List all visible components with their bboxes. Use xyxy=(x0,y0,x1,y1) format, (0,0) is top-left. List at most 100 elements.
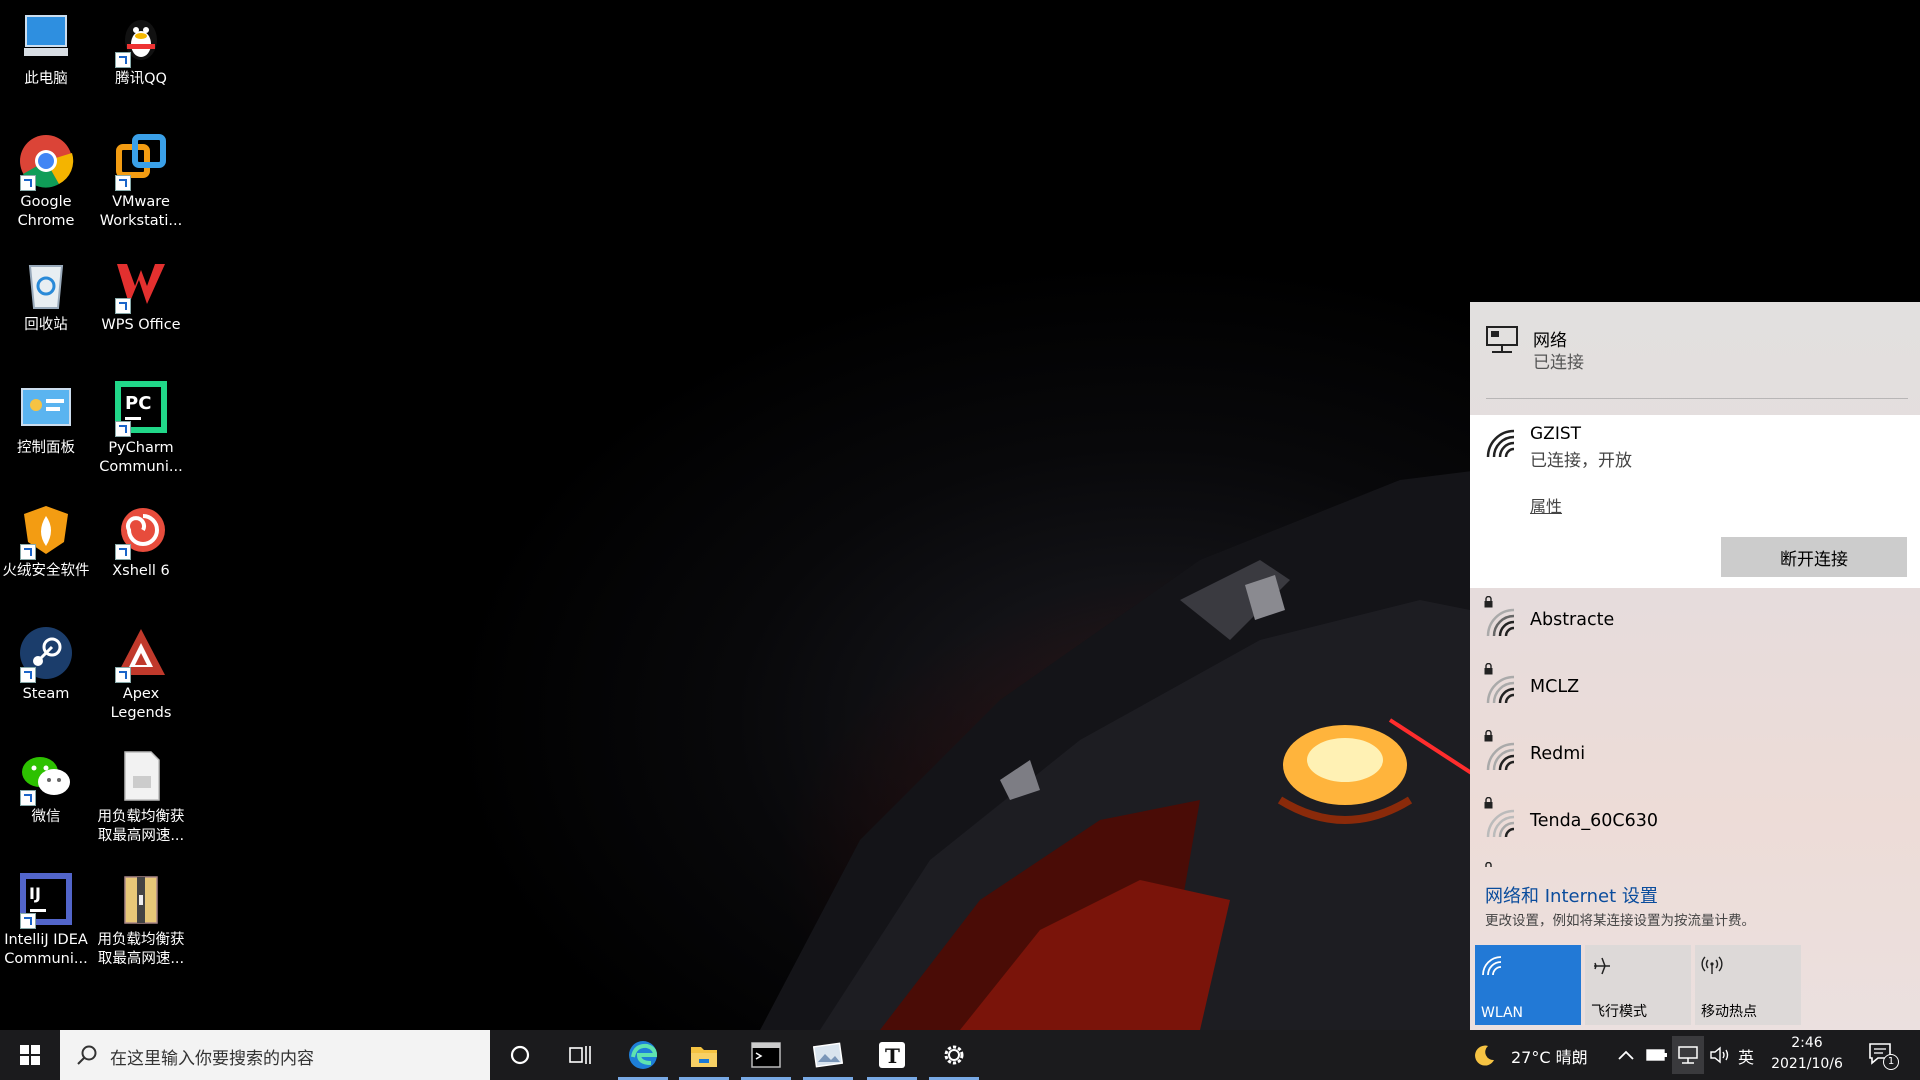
divider xyxy=(1486,398,1908,399)
network-item-redmi[interactable]: Redmi xyxy=(1470,722,1920,788)
desktop-icon-this-pc[interactable]: 此电脑 xyxy=(0,0,94,89)
volume-icon[interactable] xyxy=(1709,1045,1731,1065)
task-view-button[interactable] xyxy=(551,1030,609,1080)
network-header[interactable]: 网络 已连接 xyxy=(1470,302,1920,400)
desktop-icon-label: WPS Office xyxy=(101,317,181,333)
network-name: Redmi xyxy=(1530,744,1586,764)
qq-penguin-icon xyxy=(113,10,169,68)
taskbar-edge[interactable] xyxy=(614,1030,672,1080)
active-network-gzist[interactable]: GZIST 已连接，开放 属性 断开连接 xyxy=(1470,415,1920,588)
taskbar-terminal[interactable] xyxy=(737,1030,795,1080)
network-name: Abstracte xyxy=(1530,610,1615,630)
quick-action-airplane-mode[interactable]: 飞行模式 xyxy=(1585,945,1691,1025)
vmware-icon xyxy=(113,133,169,191)
gear-icon xyxy=(944,1045,964,1065)
moon-weather-icon xyxy=(1475,1045,1494,1066)
taskbar-clock[interactable]: 2:46 2021/10/6 xyxy=(1764,1033,1850,1075)
ethernet-icon xyxy=(1678,1046,1698,1064)
desktop-icon-document-1[interactable]: 用负载均衡获取最高网速... xyxy=(93,738,189,846)
desktop-icon-qq[interactable]: 腾讯QQ xyxy=(93,0,189,89)
network-tray-button[interactable] xyxy=(1672,1036,1704,1074)
start-button[interactable] xyxy=(0,1030,60,1080)
network-item-tenda[interactable]: Tenda_60C630 xyxy=(1470,789,1920,855)
search-placeholder: 在这里输入你要搜索的内容 xyxy=(110,1049,314,1069)
desktop-icon-label: IntelliJ IDEA Communi... xyxy=(4,932,88,967)
network-name: GZIST xyxy=(1530,424,1582,444)
recycle-bin-icon xyxy=(18,256,74,312)
wps-office-icon xyxy=(113,256,169,314)
network-name: Tenda_60C630 xyxy=(1530,811,1659,831)
network-connection-status: 已连接，开放 xyxy=(1530,451,1632,471)
desktop-icon-wechat[interactable]: 微信 xyxy=(0,738,94,827)
wifi-signal-icon xyxy=(1486,608,1515,637)
quick-action-label: 移动热点 xyxy=(1701,1004,1757,1020)
shortcut-arrow-icon xyxy=(115,667,131,683)
properties-link[interactable]: 属性 xyxy=(1530,493,1562,517)
desktop-icon-label: 用负载均衡获取最高网速... xyxy=(97,809,185,844)
desktop-icon-label: 微信 xyxy=(31,809,61,825)
taskbar: 在这里输入你要搜索的内容 T 27°C 晴朗 英 2:46 2021/10/6 … xyxy=(0,1030,1920,1080)
weather-widget[interactable]: 27°C 晴朗 xyxy=(1511,1044,1588,1068)
control-panel-icon xyxy=(18,379,74,435)
wifi-signal-icon xyxy=(1486,742,1515,771)
desktop-icon-chrome[interactable]: Google Chrome xyxy=(0,123,94,231)
lock-icon xyxy=(1485,862,1492,867)
taskbar-image-viewer[interactable] xyxy=(799,1030,857,1080)
cortana-button[interactable] xyxy=(491,1030,549,1080)
input-method-indicator[interactable]: 英 xyxy=(1738,1044,1754,1068)
svg-text:T: T xyxy=(885,1044,900,1068)
wechat-icon xyxy=(18,748,74,806)
desktop-icon-xshell[interactable]: Xshell 6 xyxy=(93,492,189,581)
desktop-icon-apex[interactable]: Apex Legends xyxy=(93,615,189,723)
quick-action-label: WLAN xyxy=(1481,1005,1524,1021)
desktop-icon-label: VMware Workstati... xyxy=(99,194,183,229)
desktop-icon-label: Steam xyxy=(22,686,70,702)
shortcut-arrow-icon xyxy=(115,175,131,191)
network-internet-settings-link[interactable]: 网络和 Internet 设置 xyxy=(1485,882,1658,908)
taskbar-search-box[interactable]: 在这里输入你要搜索的内容 xyxy=(60,1030,490,1080)
svg-text:PC: PC xyxy=(125,393,151,414)
shortcut-arrow-icon xyxy=(20,667,36,683)
network-item-mclz[interactable]: MCLZ xyxy=(1470,655,1920,721)
cortana-circle-icon xyxy=(510,1045,530,1065)
ethernet-network-icon xyxy=(1486,326,1518,353)
desktop-icon-huorong[interactable]: 火绒安全软件 xyxy=(0,492,94,581)
hotspot-icon xyxy=(1701,956,1723,974)
taskbar-file-explorer[interactable] xyxy=(675,1030,733,1080)
notification-count-badge: 1 xyxy=(1883,1054,1899,1070)
taskbar-settings[interactable] xyxy=(925,1030,983,1080)
desktop-icon-label: Xshell 6 xyxy=(112,563,170,579)
photo-viewer-icon xyxy=(813,1042,843,1068)
desktop-icon-label: 控制面板 xyxy=(17,440,75,456)
wifi-signal-icon xyxy=(1486,429,1515,458)
network-status: 已连接 xyxy=(1533,353,1584,373)
wifi-signal-icon xyxy=(1486,809,1515,838)
desktop-icon-wps[interactable]: WPS Office xyxy=(93,246,189,335)
desktop-icon-pycharm[interactable]: PC PyCharm Communi... xyxy=(93,369,189,477)
desktop-icon-label: 此电脑 xyxy=(24,71,68,87)
typora-icon: T xyxy=(879,1042,905,1068)
battery-icon[interactable] xyxy=(1646,1047,1668,1063)
wifi-icon xyxy=(1482,956,1502,976)
svg-text:IJ: IJ xyxy=(29,884,41,903)
network-flyout: 网络 已连接 GZIST 已连接，开放 属性 断开连接 Abstracte MC… xyxy=(1470,302,1920,1030)
shortcut-arrow-icon xyxy=(20,913,36,929)
folder-icon xyxy=(691,1047,717,1067)
desktop-icon-recycle-bin[interactable]: 回收站 xyxy=(0,246,94,335)
desktop-icon-vmware[interactable]: VMware Workstati... xyxy=(93,123,189,231)
quick-action-mobile-hotspot[interactable]: 移动热点 xyxy=(1695,945,1801,1025)
quick-action-wlan[interactable]: WLAN xyxy=(1475,945,1581,1025)
network-item-abstracte[interactable]: Abstracte xyxy=(1470,588,1920,654)
desktop-icon-intellij[interactable]: IJ IntelliJ IDEA Communi... xyxy=(0,861,94,969)
taskbar-typora[interactable]: T xyxy=(863,1030,921,1080)
desktop-icon-document-2[interactable]: 用负载均衡获取最高网速... xyxy=(93,861,189,969)
desktop-icon-label: 回收站 xyxy=(24,317,68,333)
desktop-icon-control-panel[interactable]: 控制面板 xyxy=(0,369,94,458)
action-center-button[interactable]: 1 xyxy=(1868,1040,1899,1070)
chevron-up-icon[interactable] xyxy=(1617,1048,1635,1062)
desktop-icon-label: 用负载均衡获取最高网速... xyxy=(97,932,185,967)
shortcut-arrow-icon xyxy=(115,52,131,68)
disconnect-button[interactable]: 断开连接 xyxy=(1721,537,1907,577)
desktop-icon-steam[interactable]: Steam xyxy=(0,615,94,704)
quick-action-label: 飞行模式 xyxy=(1591,1004,1647,1020)
